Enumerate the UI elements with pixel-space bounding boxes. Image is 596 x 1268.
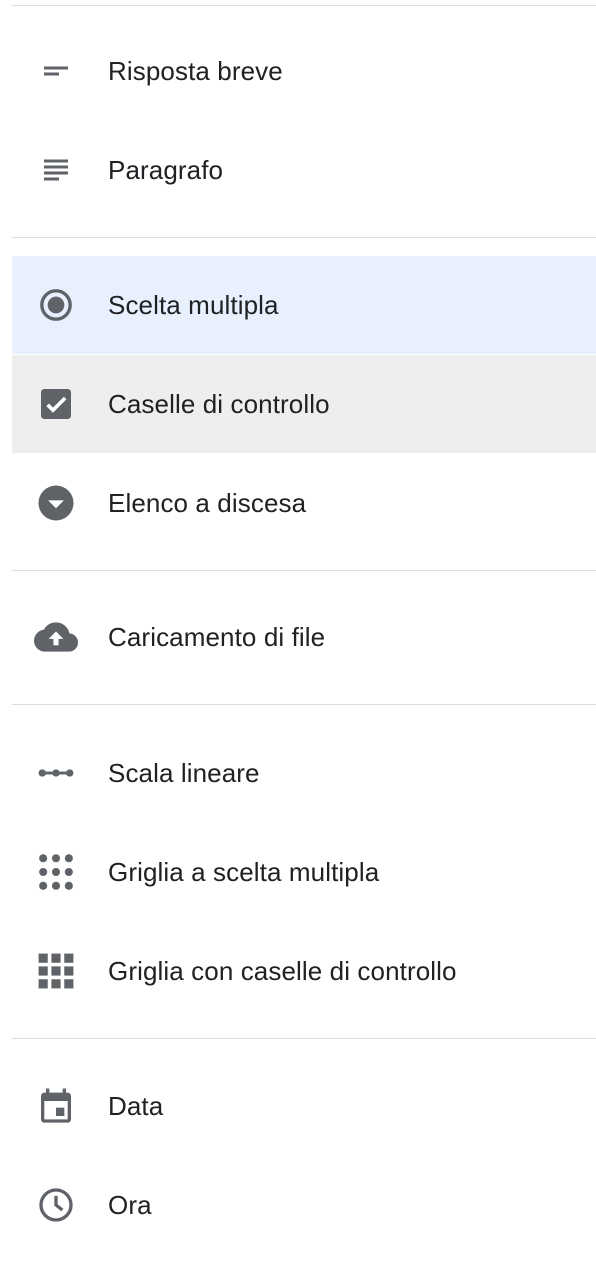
checkbox-grid-icon [34,949,78,993]
menu-item-label: Ora [108,1189,152,1220]
menu-divider [12,1038,596,1039]
menu-item-paragraph[interactable]: Paragrafo [12,121,596,219]
linear-scale-icon [34,751,78,795]
short-answer-icon [34,49,78,93]
menu-item-short-answer[interactable]: Risposta breve [12,22,596,120]
menu-item-label: Griglia a scelta multipla [108,856,380,887]
cloud-upload-icon [34,615,78,659]
paragraph-icon [34,148,78,192]
menu-divider [12,5,596,6]
menu-item-checkboxes[interactable]: Caselle di controllo [12,355,596,453]
menu-item-label: Caricamento di file [108,621,326,652]
checkbox-icon [34,382,78,426]
menu-item-checkbox-grid[interactable]: Griglia con caselle di controllo [12,922,596,1020]
menu-item-label: Paragrafo [108,154,224,185]
menu-item-linear-scale[interactable]: Scala lineare [12,724,596,822]
calendar-icon [34,1084,78,1128]
menu-item-label: Elenco a discesa [108,487,307,518]
menu-item-label: Caselle di controllo [108,388,330,419]
dropdown-icon [34,481,78,525]
radio-button-icon [34,283,78,327]
menu-item-date[interactable]: Data [12,1057,596,1155]
menu-item-multiple-choice-grid[interactable]: Griglia a scelta multipla [12,823,596,921]
menu-item-dropdown[interactable]: Elenco a discesa [12,454,596,552]
menu-item-multiple-choice[interactable]: Scelta multipla [12,256,596,354]
menu-item-label: Risposta breve [108,55,283,86]
radio-grid-icon [34,850,78,894]
menu-divider [12,570,596,571]
menu-item-label: Scelta multipla [108,289,279,320]
menu-divider [12,704,596,705]
clock-icon [34,1183,78,1227]
menu-item-file-upload[interactable]: Caricamento di file [12,588,596,686]
menu-item-time[interactable]: Ora [12,1156,596,1254]
menu-item-label: Scala lineare [108,757,260,788]
menu-item-label: Data [108,1090,164,1121]
menu-divider [12,237,596,238]
menu-item-label: Griglia con caselle di controllo [108,955,457,986]
question-type-menu: Risposta breve Paragrafo Scelta multipla… [0,0,596,1268]
